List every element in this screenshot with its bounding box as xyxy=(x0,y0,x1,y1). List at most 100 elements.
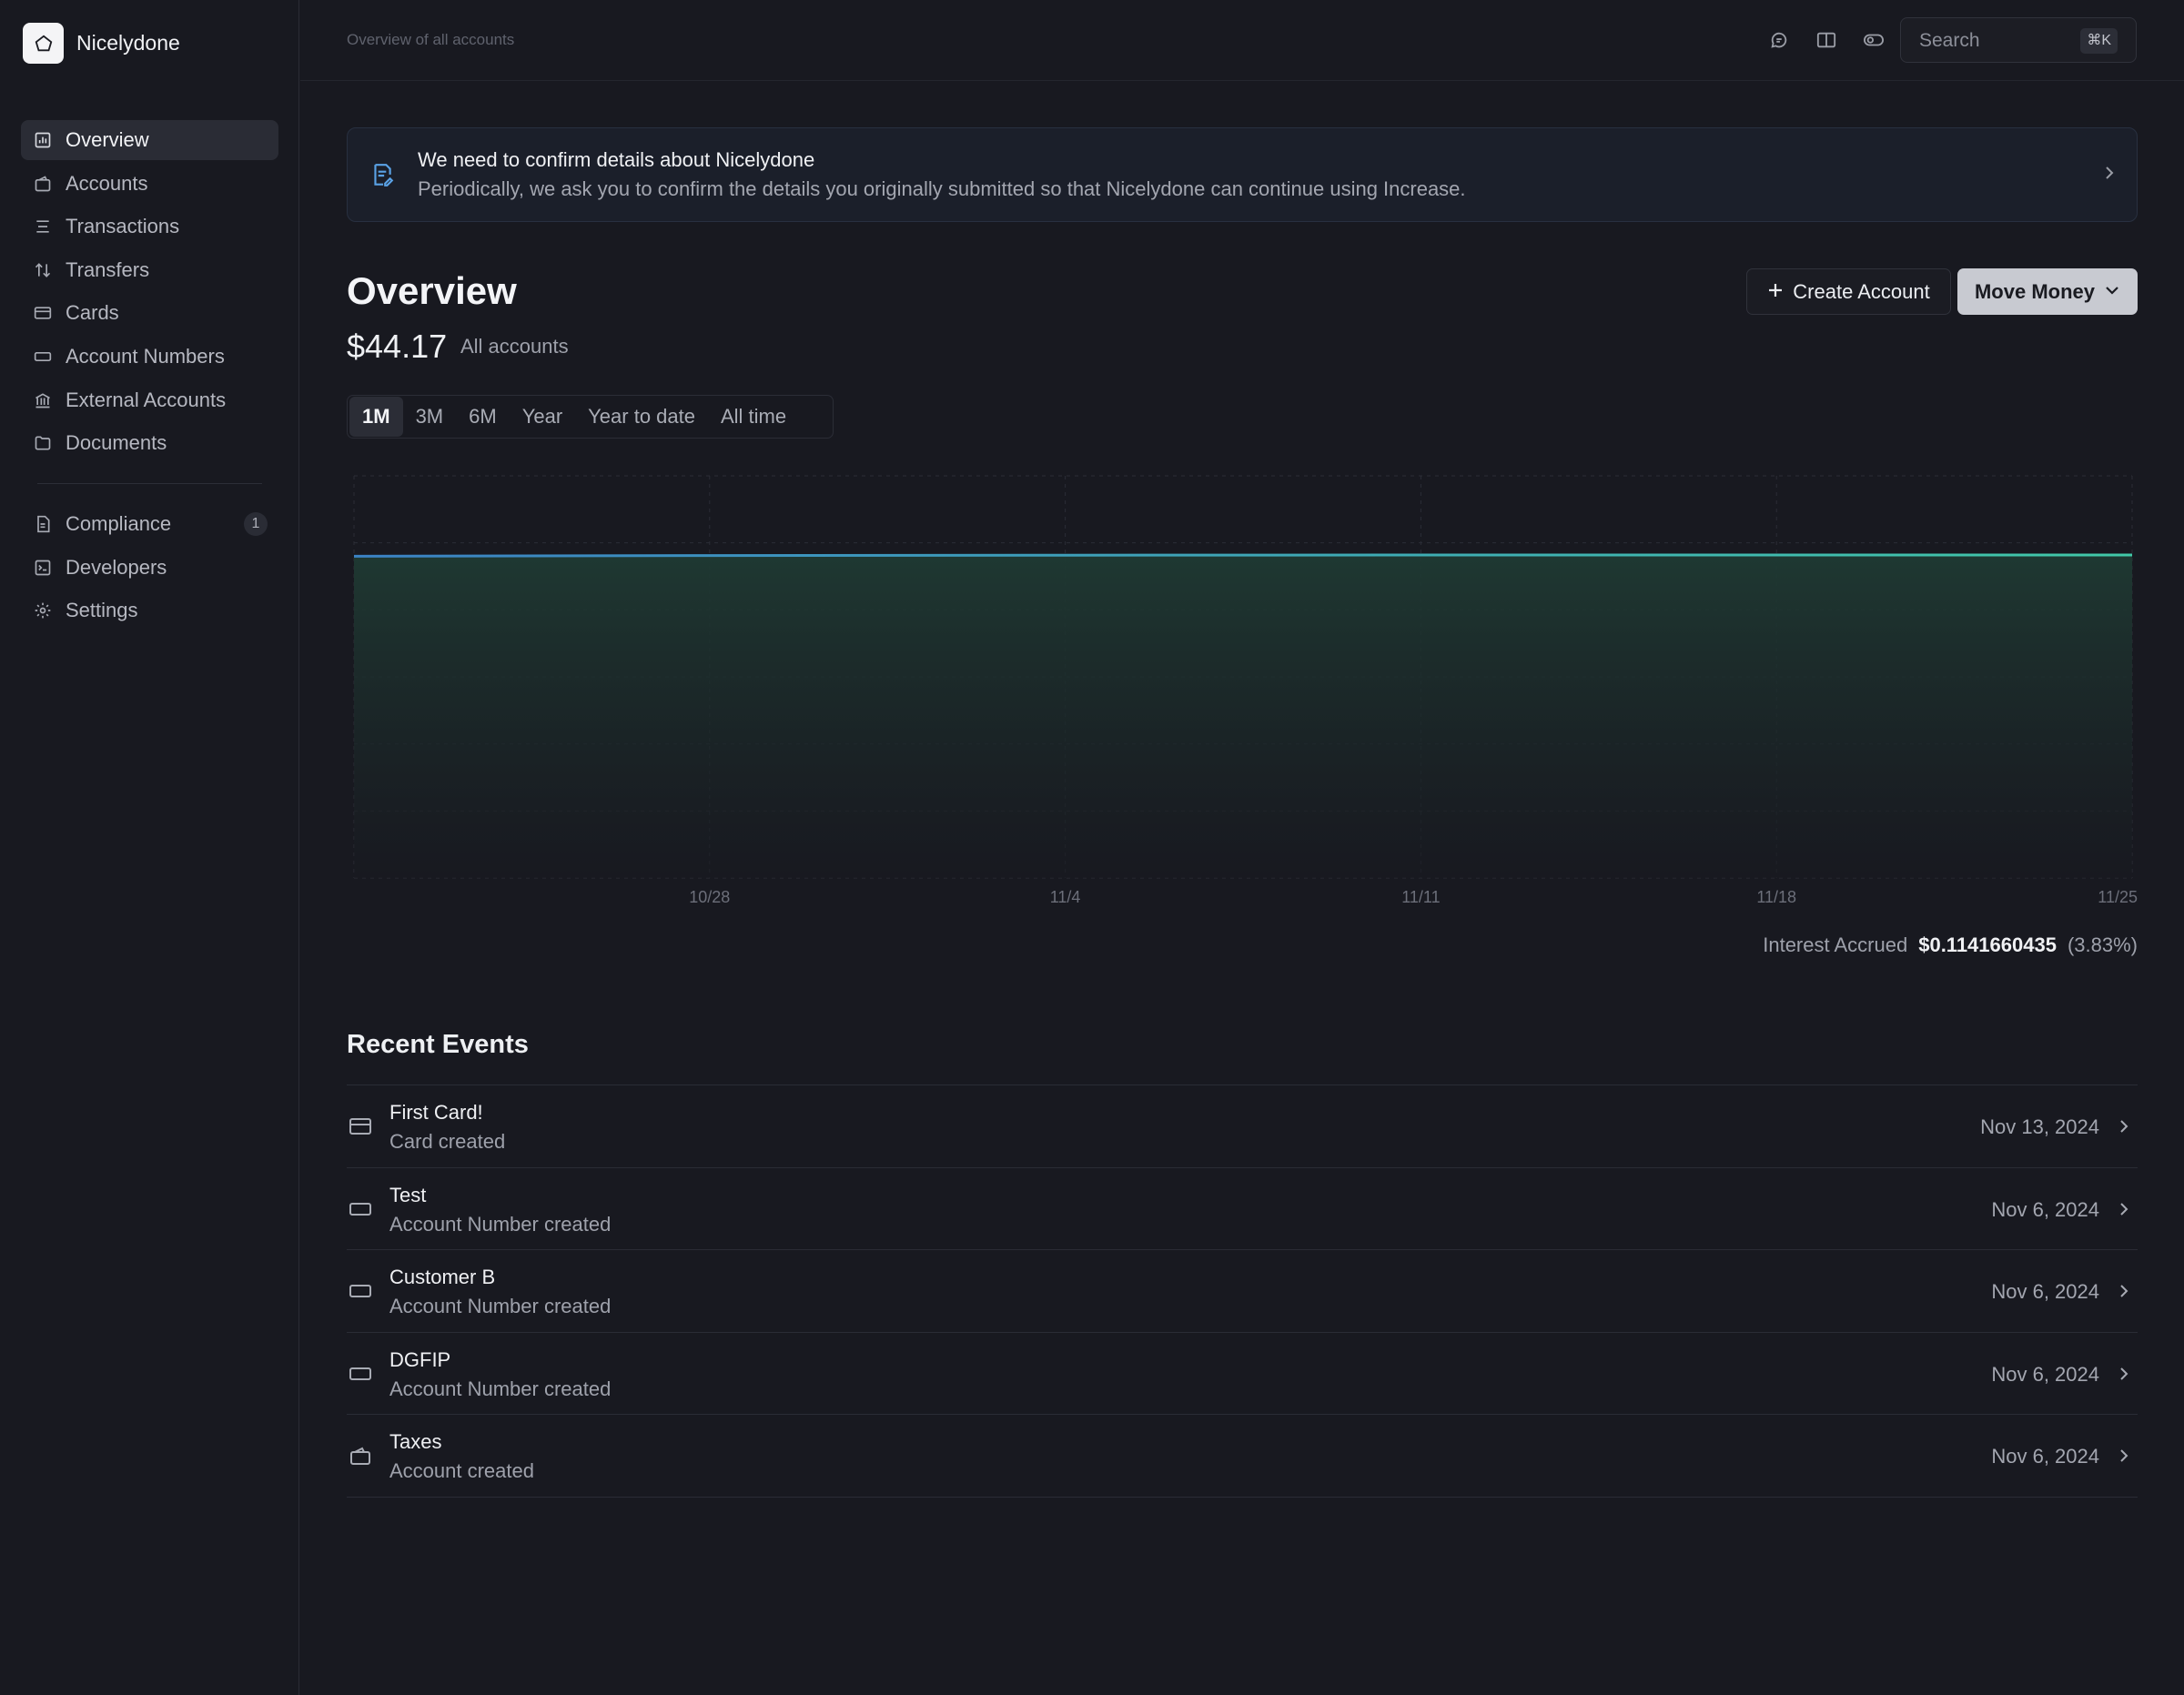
event-row[interactable]: Taxes Account created Nov 6, 2024 xyxy=(347,1415,2138,1498)
event-date: Nov 6, 2024 xyxy=(1991,1197,2099,1221)
range-tab-year[interactable]: Year xyxy=(510,397,575,437)
search-shortcut: ⌘K xyxy=(2080,28,2118,54)
event-name: Customer B xyxy=(389,1266,496,1288)
range-tab-ytd[interactable]: Year to date xyxy=(575,397,708,437)
event-row[interactable]: Test Account Number created Nov 6, 2024 xyxy=(347,1168,2138,1250)
credit-card-icon xyxy=(32,302,54,324)
sidebar-item-overview[interactable]: Overview xyxy=(21,120,278,160)
search-placeholder: Search xyxy=(1919,30,1980,51)
wallet-icon xyxy=(32,173,54,195)
event-type: Account created xyxy=(389,1459,534,1482)
compliance-count-badge: 1 xyxy=(244,512,268,537)
sidebar-item-transfers[interactable]: Transfers xyxy=(21,250,278,290)
event-name: First Card! xyxy=(389,1101,483,1124)
chevron-right-icon xyxy=(2118,1117,2130,1141)
sidebar-item-label: Account Numbers xyxy=(66,344,225,368)
balance-area xyxy=(354,555,2132,878)
chat-icon[interactable] xyxy=(1765,26,1793,54)
move-money-button[interactable]: Move Money xyxy=(1957,268,2138,315)
event-type: Account Number created xyxy=(389,1212,612,1236)
sidebar-item-label: Settings xyxy=(66,599,138,622)
compliance-banner[interactable]: We need to confirm details about Nicelyd… xyxy=(347,127,2138,222)
balance-line xyxy=(353,553,2132,558)
sidebar: Nicelydone Overview Accounts Transaction… xyxy=(0,0,299,1695)
chart-marks xyxy=(353,553,2132,878)
search-input[interactable]: Search ⌘K xyxy=(1900,17,2137,63)
app-name: Nicelydone xyxy=(76,31,180,55)
keypad-icon xyxy=(32,346,54,368)
sidebar-item-settings[interactable]: Settings xyxy=(21,590,278,631)
topbar: Overview of all accounts Search ⌘K xyxy=(300,0,2184,81)
sidebar-item-label: Compliance xyxy=(66,512,172,536)
sidebar-item-label: Documents xyxy=(66,431,167,455)
event-date: Nov 6, 2024 xyxy=(1991,1362,2099,1386)
range-tab-3m[interactable]: 3M xyxy=(403,397,457,437)
recent-events-title: Recent Events xyxy=(347,1030,529,1059)
document-icon xyxy=(32,513,54,535)
event-row[interactable]: DGFIP Account Number created Nov 6, 2024 xyxy=(347,1333,2138,1415)
breadcrumb: Overview of all accounts xyxy=(347,31,515,48)
sidebar-item-developers[interactable]: Developers xyxy=(21,548,278,588)
book-icon[interactable] xyxy=(1813,26,1840,54)
event-row[interactable]: First Card! Card created Nov 13, 2024 xyxy=(347,1085,2138,1168)
range-tab-6m[interactable]: 6M xyxy=(456,397,510,437)
sidebar-divider xyxy=(37,483,262,485)
arrows-up-down-icon xyxy=(32,259,54,281)
sidebar-item-compliance[interactable]: Compliance 1 xyxy=(21,504,278,544)
chart-x-tick-label: 10/28 xyxy=(689,888,730,906)
move-money-label: Move Money xyxy=(1974,279,2096,303)
wallet-icon xyxy=(349,1445,372,1467)
sidebar-item-label: External Accounts xyxy=(66,388,227,411)
event-type: Account Number created xyxy=(389,1377,612,1400)
event-date: Nov 6, 2024 xyxy=(1991,1445,2099,1468)
chart-x-tick-label: 11/4 xyxy=(1050,888,1081,906)
chart-x-tick-label: 11/25 xyxy=(2098,888,2138,906)
keypad-icon xyxy=(349,1280,372,1302)
event-name: DGFIP xyxy=(389,1347,451,1371)
chart-x-tick-label: 11/18 xyxy=(1756,888,1796,906)
interest-accrued: Interest Accrued $0.1141660435 (3.83%) xyxy=(1763,933,2138,957)
create-account-label: Create Account xyxy=(1793,279,1930,303)
range-tab-all-time[interactable]: All time xyxy=(708,397,799,437)
page-title: Overview xyxy=(347,269,517,312)
chevron-down-icon xyxy=(2104,280,2120,304)
bank-icon xyxy=(32,389,54,411)
sidebar-item-transactions[interactable]: Transactions xyxy=(21,207,278,247)
sidebar-item-cards[interactable]: Cards xyxy=(21,293,278,333)
terminal-icon xyxy=(32,557,54,579)
toggle-icon[interactable] xyxy=(1860,26,1887,54)
event-type: Card created xyxy=(389,1130,506,1153)
chevron-right-icon xyxy=(2102,163,2117,188)
event-date: Nov 6, 2024 xyxy=(1991,1280,2099,1303)
chevron-right-icon xyxy=(2118,1447,2130,1470)
chart-x-tick-label: 11/11 xyxy=(1401,888,1440,906)
event-name: Test xyxy=(389,1183,427,1206)
logo-icon xyxy=(23,23,64,64)
folder-icon xyxy=(32,432,54,454)
sidebar-item-accounts[interactable]: Accounts xyxy=(21,164,278,204)
keypad-icon xyxy=(349,1198,372,1220)
sidebar-item-documents[interactable]: Documents xyxy=(21,423,278,463)
sidebar-item-account-numbers[interactable]: Account Numbers xyxy=(21,337,278,377)
create-account-button[interactable]: Create Account xyxy=(1746,268,1951,315)
list-icon xyxy=(32,216,54,237)
sidebar-item-label: Overview xyxy=(66,128,149,151)
chevron-right-icon xyxy=(2118,1282,2130,1306)
banner-title: We need to confirm details about Nicelyd… xyxy=(418,148,815,171)
plus-icon xyxy=(1767,280,1784,304)
gear-icon xyxy=(32,600,54,621)
credit-card-icon xyxy=(349,1115,372,1137)
sidebar-nav: Overview Accounts Transactions Transfers… xyxy=(21,120,278,634)
sidebar-item-external-accounts[interactable]: External Accounts xyxy=(21,380,278,420)
keypad-icon xyxy=(349,1363,372,1385)
brand[interactable]: Nicelydone xyxy=(23,23,180,64)
event-name: Taxes xyxy=(389,1430,442,1453)
topbar-actions xyxy=(1765,26,1887,54)
event-row[interactable]: Customer B Account Number created Nov 6,… xyxy=(347,1250,2138,1333)
chart-bar-icon xyxy=(32,129,54,151)
range-tab-1m[interactable]: 1M xyxy=(349,397,403,437)
interest-label: Interest Accrued xyxy=(1763,933,1908,956)
banner-subtitle: Periodically, we ask you to confirm the … xyxy=(418,177,1466,200)
chevron-right-icon xyxy=(2118,1365,2130,1388)
chevron-right-icon xyxy=(2118,1200,2130,1224)
